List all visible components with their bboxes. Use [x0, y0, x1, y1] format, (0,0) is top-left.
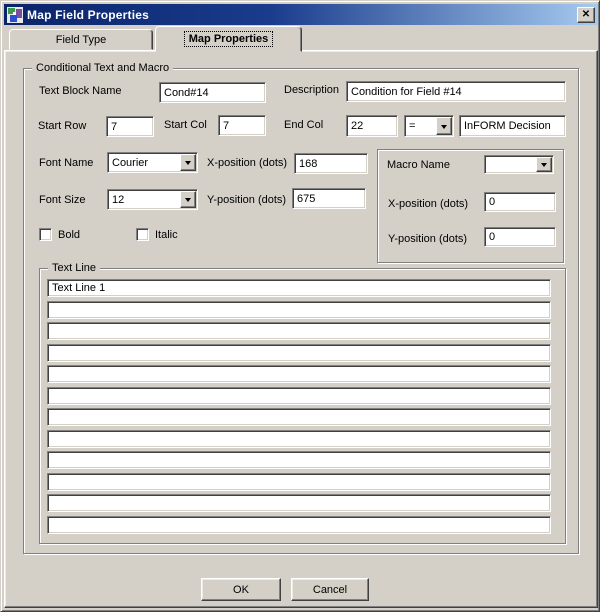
text-line-input-11[interactable]: [47, 494, 551, 512]
description-label: Description: [284, 84, 339, 96]
font-name-label: Font Name: [39, 157, 93, 169]
operator-dropdown-button[interactable]: [436, 117, 452, 135]
italic-label: Italic: [155, 229, 178, 241]
text-line-input-7[interactable]: [47, 408, 551, 426]
font-name-dropdown-button[interactable]: [180, 154, 196, 171]
text-line-input-6[interactable]: [47, 387, 551, 405]
macro-x-position-input[interactable]: [484, 192, 556, 212]
conditional-group-title: Conditional Text and Macro: [32, 62, 173, 74]
text-block-name-label: Text Block Name: [39, 85, 122, 97]
tab-field-type-label: Field Type: [56, 34, 107, 46]
text-line-group-title: Text Line: [48, 262, 100, 274]
chevron-down-icon: [541, 163, 547, 170]
macro-name-label: Macro Name: [387, 159, 450, 171]
text-line-input-2[interactable]: [47, 301, 551, 319]
text-line-input-1[interactable]: [47, 279, 551, 297]
macro-name-combobox[interactable]: [484, 155, 554, 174]
ok-button[interactable]: OK: [201, 578, 281, 601]
text-line-input-5[interactable]: [47, 365, 551, 383]
text-line-input-12[interactable]: [47, 516, 551, 534]
description-input[interactable]: [346, 81, 566, 102]
text-line-list: [47, 279, 551, 534]
window-title: Map Field Properties: [27, 8, 149, 22]
cancel-button-label: Cancel: [313, 584, 347, 596]
close-icon: ✕: [582, 10, 590, 20]
dialog-window: Map Field Properties ✕ Field Type Map Pr…: [0, 0, 600, 612]
y-position-label: Y-position (dots): [207, 194, 286, 206]
chevron-down-icon: [441, 125, 447, 132]
x-position-input[interactable]: [294, 153, 368, 174]
cancel-button[interactable]: Cancel: [291, 578, 369, 601]
chevron-down-icon: [185, 161, 191, 168]
macro-name-dropdown-button[interactable]: [536, 157, 552, 172]
italic-checkbox[interactable]: [136, 228, 149, 241]
macro-y-position-label: Y-position (dots): [388, 233, 467, 245]
font-size-combobox[interactable]: 12: [107, 189, 198, 210]
start-col-label: Start Col: [164, 119, 207, 131]
title-bar: Map Field Properties ✕: [4, 4, 598, 25]
text-line-input-8[interactable]: [47, 430, 551, 448]
font-name-value: Courier: [108, 157, 179, 169]
macro-y-position-input[interactable]: [484, 227, 556, 247]
chevron-down-icon: [185, 198, 191, 205]
operator-value: =: [405, 120, 435, 132]
text-line-input-4[interactable]: [47, 344, 551, 362]
font-size-label: Font Size: [39, 194, 85, 206]
macro-x-position-label: X-position (dots): [388, 198, 468, 210]
operator-combobox[interactable]: =: [404, 115, 454, 137]
text-line-input-3[interactable]: [47, 322, 551, 340]
app-icon: [7, 7, 23, 23]
font-name-combobox[interactable]: Courier: [107, 152, 198, 173]
x-position-label: X-position (dots): [207, 157, 287, 169]
bold-checkbox[interactable]: [39, 228, 52, 241]
start-row-input[interactable]: [106, 116, 154, 137]
tab-map-properties-label: Map Properties: [185, 32, 272, 46]
end-col-label: End Col: [284, 119, 323, 131]
font-size-value: 12: [108, 194, 179, 206]
start-col-input[interactable]: [218, 115, 266, 136]
close-button[interactable]: ✕: [577, 7, 595, 23]
text-line-input-10[interactable]: [47, 473, 551, 491]
y-position-input[interactable]: [292, 188, 366, 209]
font-size-dropdown-button[interactable]: [180, 191, 196, 208]
condition-text-input[interactable]: [459, 115, 566, 137]
tab-field-type[interactable]: Field Type: [9, 29, 153, 50]
text-block-name-input[interactable]: [159, 82, 266, 103]
tab-map-properties[interactable]: Map Properties: [155, 26, 302, 52]
start-row-label: Start Row: [38, 120, 86, 132]
text-line-input-9[interactable]: [47, 451, 551, 469]
end-col-input[interactable]: [346, 115, 398, 137]
ok-button-label: OK: [233, 584, 249, 596]
bold-label: Bold: [58, 229, 80, 241]
